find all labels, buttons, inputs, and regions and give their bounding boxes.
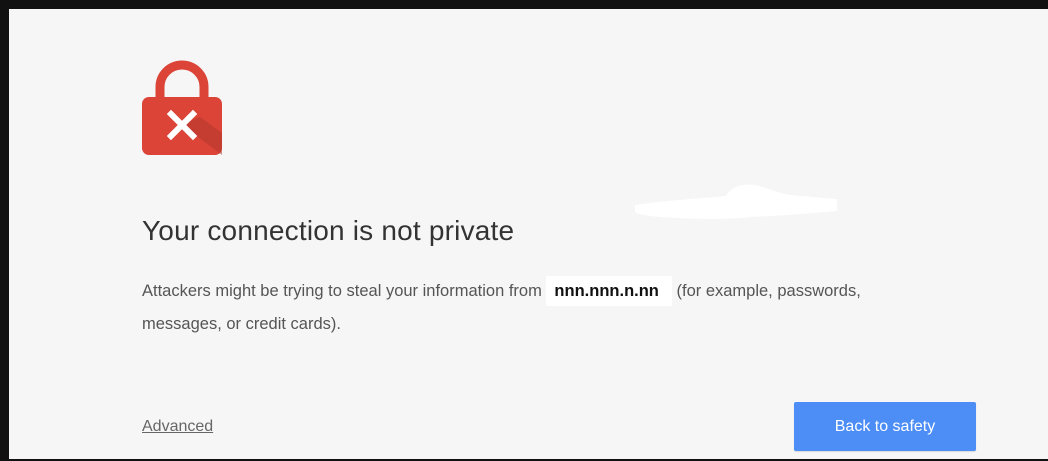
error-description: Attackers might be trying to steal your …: [142, 275, 942, 341]
page-title: Your connection is not private: [142, 215, 515, 246]
interstitial-page: Your connection is not private Attackers…: [0, 0, 1048, 461]
redaction-smear: [635, 184, 837, 219]
description-text: Attackers might be trying to steal your …: [142, 282, 542, 300]
advanced-link[interactable]: Advanced: [142, 418, 213, 436]
hostname: nnn.nnn.n.nn: [546, 276, 672, 306]
lock-x-icon: [142, 60, 222, 155]
back-to-safety-button[interactable]: Back to safety: [794, 402, 976, 451]
